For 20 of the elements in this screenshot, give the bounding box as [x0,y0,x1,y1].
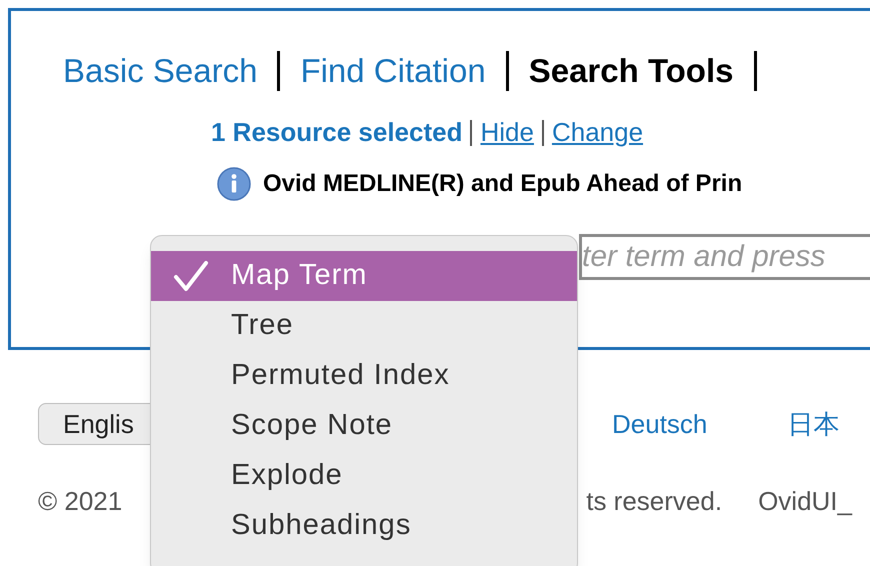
language-link[interactable]: Deutsch [612,404,708,444]
resource-link[interactable]: Change [552,113,644,152]
resource-count: 1 Resource selected [211,116,462,149]
database-name: Ovid MEDLINE(R) and Epub Ahead of Prin [263,169,742,199]
footer-text: ts reserved. [586,485,722,518]
menu-item[interactable]: Subheadings [151,501,577,551]
search-tab[interactable]: Search Tools [528,46,734,96]
menu-item[interactable]: Explode [151,451,577,501]
menu-item[interactable]: Tree [151,301,577,351]
language-link[interactable]: 日本 [787,404,840,444]
footer-text: OvidUI_ [758,485,852,518]
menu-item[interactable]: Map Term [151,251,577,301]
check-icon [173,260,209,292]
info-icon [217,167,251,201]
search-tab[interactable]: Find Citation [300,46,486,96]
search-field[interactable]: ter term and press [579,234,870,280]
resource-link[interactable]: Hide [480,113,534,152]
footer-text: © 2021 [38,485,122,518]
menu-item[interactable]: Permuted Index [151,351,577,401]
search-tab[interactable]: Basic Search [63,46,258,96]
